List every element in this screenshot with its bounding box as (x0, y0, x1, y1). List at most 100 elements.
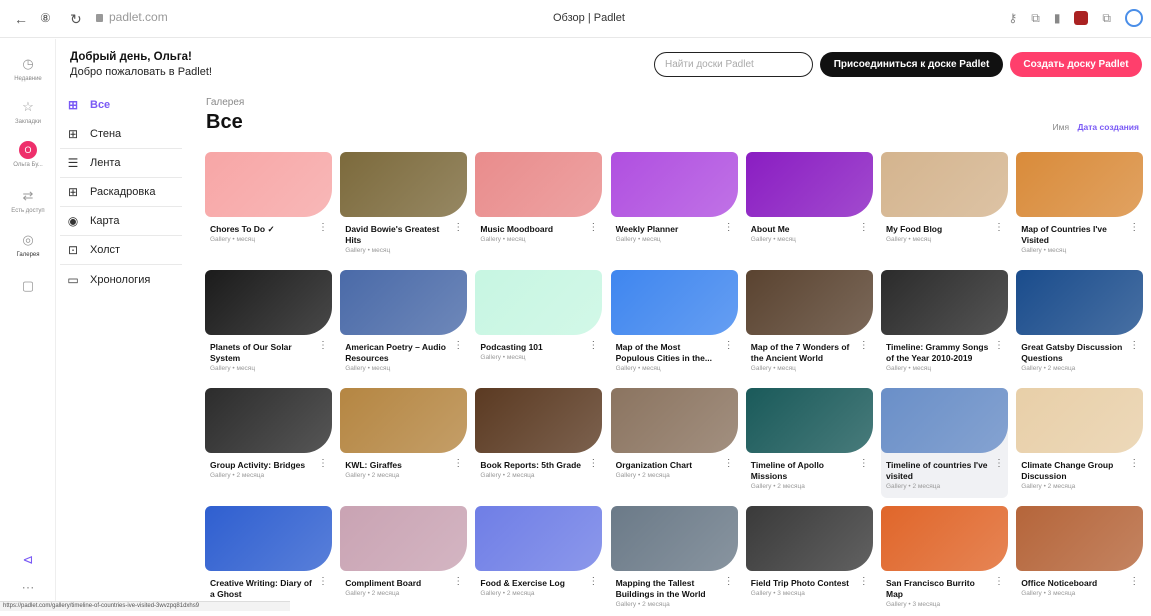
more-vertical-icon[interactable]: ⋮ (588, 223, 598, 233)
reload-icon[interactable]: ↻ (70, 11, 82, 28)
address-bar[interactable]: padlet.com (96, 10, 168, 24)
more-vertical-icon[interactable]: ⋮ (994, 341, 1004, 351)
gallery-card[interactable]: Planets of Our Solar SystemGallery • мес… (205, 270, 332, 380)
more-vertical-icon[interactable]: ⋮ (318, 577, 328, 587)
card-thumbnail (475, 388, 602, 453)
category-stream[interactable]: ☰Лента (60, 149, 182, 178)
sort-by-date[interactable]: Дата создания (1077, 122, 1139, 132)
more-vertical-icon[interactable]: ⋮ (588, 459, 598, 469)
gallery-card[interactable]: Weekly PlannerGallery • месяц⋮ (611, 152, 738, 262)
category-all[interactable]: ⊞Все (60, 91, 182, 120)
gallery-card[interactable]: Climate Change Group DiscussionGallery •… (1016, 388, 1143, 498)
gallery-card[interactable]: American Poetry – Audio ResourcesGallery… (340, 270, 467, 380)
card-title: San Francisco Burrito Map (886, 578, 990, 600)
more-vertical-icon[interactable]: ⋮ (724, 459, 734, 469)
more-vertical-icon[interactable]: ⋮ (1129, 577, 1139, 587)
add-board-icon: ▢ (19, 277, 37, 295)
gallery-card[interactable]: Timeline of countries I've visitedGaller… (881, 388, 1008, 498)
card-title: Timeline: Grammy Songs of the Year 2010-… (886, 342, 990, 364)
gallery-card[interactable]: Group Activity: BridgesGallery • 2 месяц… (205, 388, 332, 498)
more-vertical-icon[interactable]: ⋮ (588, 341, 598, 351)
gallery-card[interactable]: David Bowie's Greatest HitsGallery • мес… (340, 152, 467, 262)
card-thumbnail (205, 270, 332, 335)
category-storyboard[interactable]: ⊞Раскадровка (60, 178, 182, 207)
gallery-card[interactable]: Map of Countries I've VisitedGallery • м… (1016, 152, 1143, 262)
rail-item-shared[interactable]: ⇄ Есть доступ (0, 187, 56, 214)
search-input[interactable] (654, 52, 813, 77)
more-vertical-icon[interactable]: ⋮ (994, 223, 1004, 233)
gallery-card[interactable]: KWL: GiraffesGallery • 2 месяца⋮ (340, 388, 467, 498)
bookmark-icon[interactable]: ▮ (1054, 11, 1061, 25)
more-vertical-icon[interactable]: ⋮ (588, 577, 598, 587)
rail-item-bookmarks[interactable]: ☆ Закладки (0, 98, 56, 125)
gallery-card[interactable]: Mapping the Tallest Buildings in the Wor… (611, 506, 738, 616)
sort-by-name[interactable]: Имя (1053, 122, 1070, 132)
more-vertical-icon[interactable]: ⋮ (859, 577, 869, 587)
gallery-card[interactable]: Field Trip Photo ContestGallery • 3 меся… (746, 506, 873, 616)
more-vertical-icon[interactable]: ⋮ (1129, 459, 1139, 469)
more-vertical-icon[interactable]: ⋮ (453, 577, 463, 587)
more-vertical-icon[interactable]: ⋮ (453, 459, 463, 469)
more-vertical-icon[interactable]: ⋮ (318, 341, 328, 351)
more-vertical-icon[interactable]: ⋮ (859, 223, 869, 233)
more-vertical-icon[interactable]: ⋮ (994, 577, 1004, 587)
card-meta: Gallery • 3 месяца (751, 590, 861, 597)
join-padlet-button[interactable]: Присоединиться к доске Padlet (820, 52, 1003, 77)
back-arrow-icon[interactable]: ← (14, 11, 28, 27)
gallery-card[interactable]: Timeline of Apollo MissionsGallery • 2 м… (746, 388, 873, 498)
card-thumbnail (746, 388, 873, 453)
more-vertical-icon[interactable]: ⋮ (1129, 341, 1139, 351)
gallery-card[interactable]: Music MoodboardGallery • месяц⋮ (475, 152, 602, 262)
more-vertical-icon[interactable]: ⋮ (859, 459, 869, 469)
more-vertical-icon[interactable]: ⋮ (453, 223, 463, 233)
key-icon[interactable]: ⚷ (1008, 11, 1017, 25)
more-vertical-icon[interactable]: ⋮ (453, 341, 463, 351)
category-wall[interactable]: ⊞Стена (60, 120, 182, 149)
more-vertical-icon[interactable]: ⋮ (724, 577, 734, 587)
gallery-card[interactable]: Creative Writing: Diary of a GhostGaller… (205, 506, 332, 616)
category-timeline[interactable]: ▭Хронология (60, 265, 182, 294)
gallery-card[interactable]: Chores To Do ✓Gallery • месяц⋮ (205, 152, 332, 262)
gallery-card[interactable]: Book Reports: 5th GradeGallery • 2 месяц… (475, 388, 602, 498)
create-padlet-button[interactable]: Создать доску Padlet (1010, 52, 1142, 77)
share-page-icon[interactable]: ⧉ (1031, 11, 1040, 26)
gallery-card[interactable]: Food & Exercise LogGallery • 2 месяца⋮ (475, 506, 602, 616)
gallery-card[interactable]: Office NoticeboardGallery • 3 месяца⋮ (1016, 506, 1143, 616)
breadcrumb[interactable]: Галерея (206, 97, 244, 108)
more-vertical-icon[interactable]: ⋮ (724, 223, 734, 233)
card-thumbnail (611, 152, 738, 217)
browser-menu-icon[interactable]: ⑧ (40, 11, 51, 25)
gallery-card[interactable]: About MeGallery • месяц⋮ (746, 152, 873, 262)
gallery-card[interactable]: Organization ChartGallery • 2 месяца⋮ (611, 388, 738, 498)
extension-icon[interactable] (1074, 11, 1088, 25)
left-rail: ◷ Недавние ☆ Закладки О Ольга Бу... ⇄ Ес… (0, 39, 56, 611)
rail-item-recent[interactable]: ◷ Недавние (0, 55, 56, 82)
gallery-card[interactable]: San Francisco Burrito MapGallery • 3 мес… (881, 506, 1008, 616)
more-vertical-icon[interactable]: ⋮ (318, 459, 328, 469)
gallery-card[interactable]: Podcasting 101Gallery • месяц⋮ (475, 270, 602, 380)
card-meta: Gallery • месяц (751, 365, 861, 372)
gallery-card[interactable]: Map of the 7 Wonders of the Ancient Worl… (746, 270, 873, 380)
more-vertical-icon[interactable]: ⋮ (994, 459, 1004, 469)
gallery-card[interactable]: Map of the Most Populous Cities in the..… (611, 270, 738, 380)
gallery-card[interactable]: Timeline: Grammy Songs of the Year 2010-… (881, 270, 1008, 380)
rail-item-more[interactable]: ⋯ (0, 579, 56, 597)
collections-icon[interactable]: ⧉ (1102, 11, 1111, 26)
card-thumbnail (475, 152, 602, 217)
megaphone-icon: ⊲ (19, 551, 37, 569)
rail-item-profile[interactable]: О Ольга Бу... (0, 141, 56, 168)
rail-item-announce[interactable]: ⊲ (0, 551, 56, 569)
gallery-card[interactable]: My Food BlogGallery • месяц⋮ (881, 152, 1008, 262)
profile-icon[interactable] (1125, 9, 1143, 27)
card-meta: Gallery • 2 месяца (210, 472, 320, 479)
rail-item-gallery[interactable]: ◎ Галерея (0, 231, 56, 258)
more-vertical-icon[interactable]: ⋮ (859, 341, 869, 351)
rail-item-add-board[interactable]: ▢ (0, 277, 56, 295)
more-vertical-icon[interactable]: ⋮ (1129, 223, 1139, 233)
more-vertical-icon[interactable]: ⋮ (318, 223, 328, 233)
category-canvas[interactable]: ⊡Холст (60, 236, 182, 265)
more-vertical-icon[interactable]: ⋮ (724, 341, 734, 351)
gallery-card[interactable]: Compliment BoardGallery • 2 месяца⋮ (340, 506, 467, 616)
category-map[interactable]: ◉Карта (60, 207, 182, 236)
gallery-card[interactable]: Great Gatsby Discussion QuestionsGallery… (1016, 270, 1143, 380)
